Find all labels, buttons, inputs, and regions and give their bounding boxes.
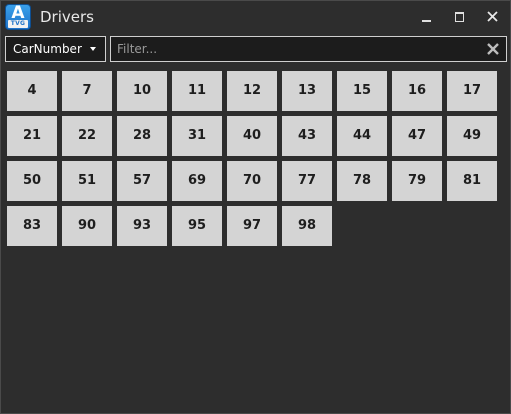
driver-tile[interactable]: 7 <box>62 71 112 111</box>
app-logo-icon: A TVG <box>5 4 31 30</box>
driver-tile[interactable]: 50 <box>7 161 57 201</box>
maximize-button[interactable] <box>447 5 471 29</box>
app-logo-subtext: TVG <box>8 20 28 28</box>
chevron-down-icon <box>90 47 96 51</box>
driver-tile[interactable]: 93 <box>117 206 167 246</box>
driver-tile[interactable]: 81 <box>447 161 497 201</box>
driver-tile[interactable]: 57 <box>117 161 167 201</box>
driver-tile[interactable]: 12 <box>227 71 277 111</box>
driver-tile[interactable]: 90 <box>62 206 112 246</box>
driver-tile[interactable]: 79 <box>392 161 442 201</box>
close-icon <box>487 43 499 55</box>
driver-tile[interactable]: 95 <box>172 206 222 246</box>
window-title: Drivers <box>40 8 94 26</box>
driver-tile[interactable]: 31 <box>172 116 222 156</box>
driver-tile[interactable]: 77 <box>282 161 332 201</box>
minimize-button[interactable] <box>414 5 438 29</box>
driver-tile[interactable]: 47 <box>392 116 442 156</box>
driver-tile[interactable]: 10 <box>117 71 167 111</box>
driver-tile[interactable]: 69 <box>172 161 222 201</box>
driver-tile[interactable]: 22 <box>62 116 112 156</box>
title-bar[interactable]: A TVG Drivers <box>1 1 510 33</box>
drivers-window: A TVG Drivers CarNumber 47101112 <box>0 0 511 414</box>
driver-tile[interactable]: 13 <box>282 71 332 111</box>
clear-filter-button[interactable] <box>483 40 503 58</box>
driver-tile[interactable]: 43 <box>282 116 332 156</box>
driver-tile[interactable]: 70 <box>227 161 277 201</box>
filter-input[interactable] <box>117 40 477 58</box>
driver-tile[interactable]: 44 <box>337 116 387 156</box>
close-icon <box>487 11 498 22</box>
driver-tile[interactable]: 4 <box>7 71 57 111</box>
driver-tile[interactable]: 17 <box>447 71 497 111</box>
driver-tile[interactable]: 49 <box>447 116 497 156</box>
filter-box[interactable] <box>110 36 507 62</box>
minimize-icon <box>422 20 431 22</box>
driver-tile[interactable]: 11 <box>172 71 222 111</box>
driver-tile[interactable]: 16 <box>392 71 442 111</box>
driver-tile[interactable]: 78 <box>337 161 387 201</box>
driver-tile[interactable]: 51 <box>62 161 112 201</box>
close-button[interactable] <box>481 5 505 29</box>
driver-tile[interactable]: 83 <box>7 206 57 246</box>
sort-field-value: CarNumber <box>13 42 82 56</box>
driver-tile[interactable]: 21 <box>7 116 57 156</box>
driver-tile[interactable]: 98 <box>282 206 332 246</box>
maximize-icon <box>455 12 464 22</box>
driver-tile[interactable]: 28 <box>117 116 167 156</box>
driver-tile[interactable]: 15 <box>337 71 387 111</box>
sort-field-select[interactable]: CarNumber <box>5 36 106 62</box>
driver-tile[interactable]: 97 <box>227 206 277 246</box>
driver-tile[interactable]: 40 <box>227 116 277 156</box>
